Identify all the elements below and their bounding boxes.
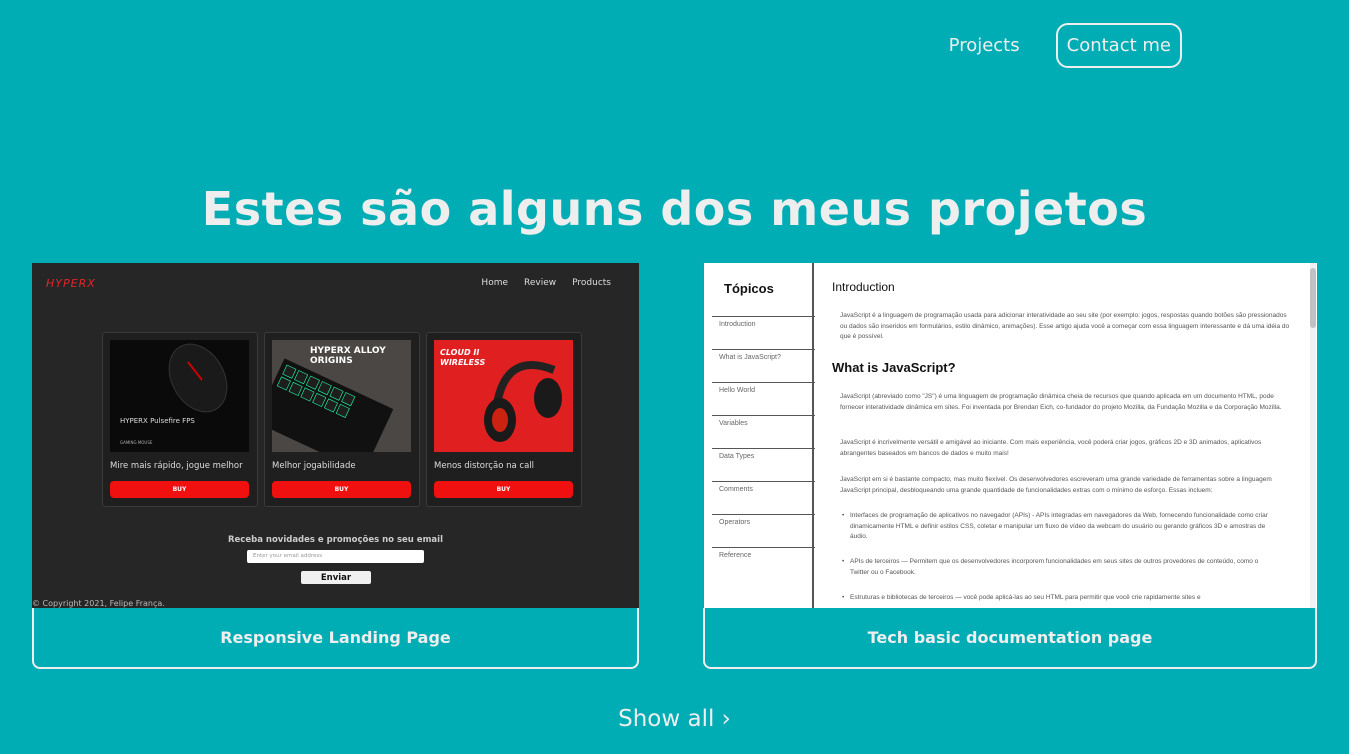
contact-me-button[interactable]: Contact me [1055,23,1182,68]
thumb-nav: Home Review Products [481,278,611,288]
sidebar-item: Hello World [712,382,815,415]
doc-sidebar: Tópicos Introduction What is JavaScript?… [703,263,815,608]
headset-image: CLOUD II WIRELESS [434,340,573,452]
headset-image-text: CLOUD II WIRELESS [440,348,486,367]
nav-projects-link[interactable]: Projects [949,35,1020,56]
sidebar-item: Reference [712,547,815,580]
chevron-right-icon: › [721,706,731,732]
project-card-landing[interactable]: HYPERX Home Review Products HYPERX Pulse… [32,263,639,669]
hyperx-logo: HYPERX [46,277,96,290]
newsletter-heading: Receba novidades e promoções no seu emai… [228,535,443,545]
sidebar-item: Operators [712,514,815,547]
top-nav: Projects Contact me [949,23,1182,68]
project-caption[interactable]: Responsive Landing Page [32,608,639,669]
doc-paragraph: JavaScript (abreviado como "JS") é uma l… [840,393,1282,411]
thumb-nav-item: Home [481,278,508,288]
keyboard-image-text: HYPERX ALLOY ORIGINS [310,346,386,366]
product-name: Melhor jogabilidade [272,461,356,471]
show-all-label: Show all [618,706,715,732]
doc-paragraph: JavaScript em si é bastante compacto, ma… [840,476,1272,494]
sidebar-item: Comments [712,481,815,514]
buy-button: BUY [110,481,249,498]
thumb-nav-item: Products [572,278,611,288]
product-name: Mire mais rápido, jogue melhor [110,461,243,471]
product-card: HYPERX Pulsefire FPS GAMING MOUSE Mire m… [102,332,258,507]
sidebar-item: Variables [712,415,815,448]
page-title: Estes são alguns dos meus projetos [201,182,1148,236]
doc-list-item: APIs de terceiros — Permitem que os dese… [842,557,1270,578]
product-name: Menos distorção na call [434,461,534,471]
doc-paragraph: JavaScript é a linguagem de programação … [840,312,1290,340]
sidebar-item: Data Types [712,448,815,481]
product-card: CLOUD II WIRELESS Menos distorção na cal… [426,332,582,507]
email-field: Enter your email address [247,550,424,563]
mouse-image-subtext: GAMING MOUSE [120,440,153,445]
section-heading: What is JavaScript? [832,360,956,375]
section-heading: Introduction [832,280,895,294]
buy-button: BUY [434,481,573,498]
buy-button: BUY [272,481,411,498]
project-card-documentation[interactable]: Tópicos Introduction What is JavaScript?… [703,263,1317,669]
thumb-nav-item: Review [524,278,557,288]
show-all-link[interactable]: Show all › [618,706,731,732]
product-card: HYPERX ALLOY ORIGINS Melhor jogabilidade… [264,332,420,507]
project-caption[interactable]: Tech basic documentation page [703,608,1317,669]
keyboard-image: HYPERX ALLOY ORIGINS [272,340,411,452]
sidebar-title: Tópicos [724,281,774,296]
copyright-text: © Copyright 2021, Felipe França. [32,599,165,608]
project-screenshot-documentation[interactable]: Tópicos Introduction What is JavaScript?… [703,263,1317,608]
show-all-link-wrapper: Show all › [0,706,1349,732]
mouse-image: HYPERX Pulsefire FPS GAMING MOUSE [110,340,249,452]
project-screenshot-landing[interactable]: HYPERX Home Review Products HYPERX Pulse… [32,263,639,608]
sidebar-item: What is JavaScript? [712,349,815,382]
doc-scrollbar-thumb [1310,268,1316,328]
mouse-image-text: HYPERX Pulsefire FPS [120,417,195,425]
doc-list-item: Estruturas e bibliotecas de terceiros — … [842,593,1270,604]
sidebar-item: Introduction [712,316,815,349]
doc-paragraph: JavaScript é incrivelmente versátil e am… [840,439,1262,457]
send-button: Enviar [301,571,371,584]
doc-list-item: Interfaces de programação de aplicativos… [842,511,1270,543]
